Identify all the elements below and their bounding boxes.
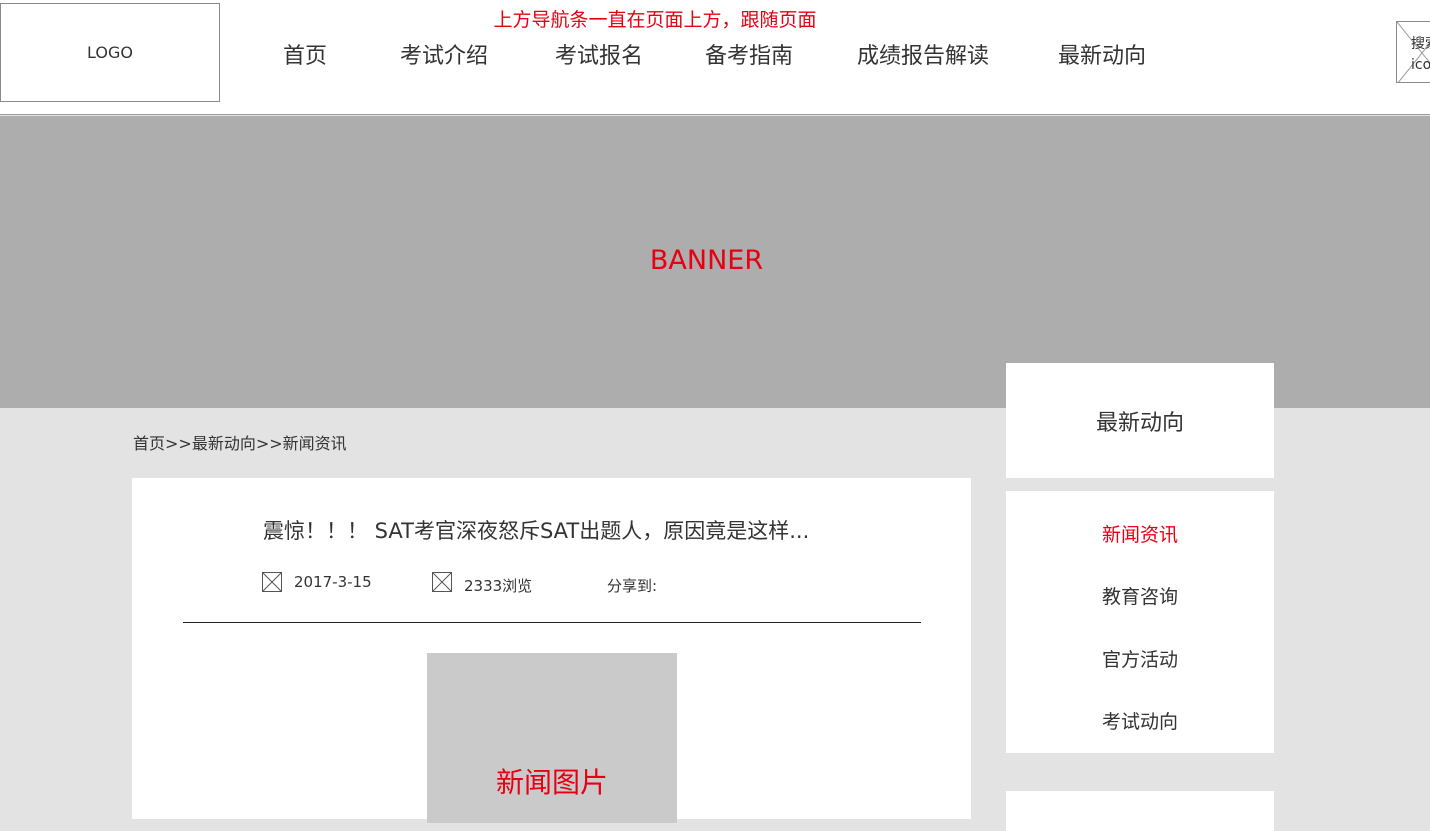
- banner-label: BANNER: [649, 245, 764, 276]
- views-icon: [432, 572, 452, 592]
- nav-score-report[interactable]: 成绩报告解读: [857, 38, 989, 70]
- news-image-label: 新闻图片: [495, 766, 608, 799]
- nav-exam-intro[interactable]: 考试介绍: [400, 38, 488, 70]
- logo-text: LOGO: [87, 43, 133, 62]
- article-title: 震惊！！！ SAT考官深夜怒斥SAT出题人，原因竟是这样...: [263, 519, 810, 543]
- sidebar-title: 最新动向: [1006, 363, 1274, 478]
- sidebar-box-more: [1006, 791, 1274, 831]
- nav-exam-registration[interactable]: 考试报名: [555, 38, 643, 70]
- breadcrumb[interactable]: 首页>>最新动向>>新闻资讯: [133, 430, 347, 454]
- search-icon-label: 搜索icon: [1411, 36, 1430, 73]
- nav-home[interactable]: 首页: [283, 38, 327, 70]
- search-icon[interactable]: 搜索icon: [1396, 21, 1430, 83]
- share-label: 分享到:: [607, 577, 658, 595]
- nav-latest-news[interactable]: 最新动向: [1058, 38, 1146, 70]
- divider: [183, 622, 921, 623]
- sidebar-item-exam-updates[interactable]: 考试动向: [1006, 707, 1274, 734]
- navbar-annotation: 上方导航条一直在页面上方，跟随页面: [493, 9, 817, 31]
- article-views: 2333浏览: [464, 577, 533, 595]
- sidebar-item-news[interactable]: 新闻资讯: [1006, 520, 1274, 547]
- sidebar-item-education-consulting[interactable]: 教育咨询: [1006, 582, 1274, 609]
- nav-prep-guide[interactable]: 备考指南: [705, 38, 793, 70]
- sidebar-title-text: 最新动向: [1095, 410, 1184, 436]
- calendar-icon: [262, 572, 282, 592]
- article-date: 2017-3-15: [294, 573, 372, 591]
- sidebar-item-official-events[interactable]: 官方活动: [1006, 645, 1274, 672]
- sidebar-menu: 新闻资讯 教育咨询 官方活动 考试动向: [1006, 491, 1274, 753]
